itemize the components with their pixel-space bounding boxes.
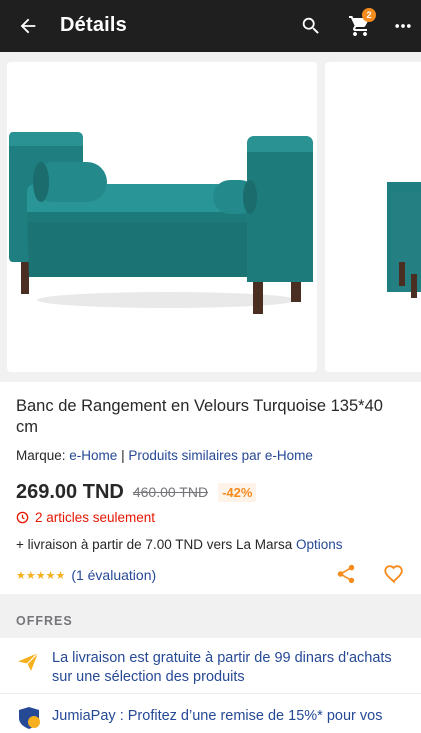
product-info: Banc de Rangement en Velours Turquoise 1… [0, 382, 421, 594]
wishlist-heart-icon[interactable] [382, 562, 406, 586]
search-icon[interactable] [297, 12, 325, 40]
offer-text: La livraison est gratuite à partir de 99… [52, 650, 392, 685]
brand-separator: | [121, 448, 125, 463]
stock-text: 2 articles seulement [35, 510, 156, 525]
jumiapay-icon [16, 706, 42, 730]
offers-heading-bar: OFFRES [0, 594, 421, 638]
similar-products-link[interactable]: Produits similaires par e-Home [128, 448, 313, 463]
rating-stars: ★★★★★ [16, 569, 66, 582]
product-gallery[interactable] [0, 52, 421, 382]
cart-count-badge: 2 [362, 8, 376, 22]
offer-free-delivery[interactable]: La livraison est gratuite à partir de 99… [0, 638, 421, 694]
more-icon[interactable] [390, 12, 416, 40]
rating[interactable]: ★★★★★ (1 évaluation) [16, 567, 156, 583]
paper-plane-icon [16, 650, 40, 674]
app-header: Détails 2 [0, 0, 421, 52]
product-image-main[interactable] [7, 62, 317, 372]
brand-link[interactable]: e-Home [69, 448, 117, 463]
turquoise-storage-bench-front [9, 132, 313, 314]
brand-label: Marque: [16, 448, 66, 463]
clock-icon [16, 511, 29, 524]
back-arrow-icon[interactable] [14, 12, 42, 40]
offer-text: JumiaPay : Profitez d’une remise de 15%*… [52, 708, 383, 724]
discount-badge: -42% [218, 482, 257, 502]
brand-line: Marque: e-Home | Produits similaires par… [16, 448, 313, 463]
product-title: Banc de Rangement en Velours Turquoise 1… [16, 397, 383, 436]
turquoise-storage-bench-side [387, 182, 421, 298]
delivery-info: + livraison à partir de 7.00 TND vers La… [16, 537, 343, 552]
delivery-options-link[interactable]: Options [296, 537, 343, 552]
page-title: Détails [60, 14, 127, 36]
offers-heading: OFFRES [16, 614, 73, 628]
rating-count[interactable]: (1 évaluation) [71, 567, 156, 583]
offer-jumiapay[interactable]: JumiaPay : Profitez d’une remise de 15%*… [0, 694, 421, 733]
price-row: 269.00 TND 460.00 TND -42% [16, 480, 257, 504]
share-icon[interactable] [334, 562, 358, 586]
current-price: 269.00 TND [16, 480, 124, 503]
delivery-text: + livraison à partir de 7.00 TND vers La… [16, 537, 293, 552]
product-image-secondary[interactable] [325, 62, 421, 372]
stock-warning: 2 articles seulement [16, 510, 155, 525]
old-price: 460.00 TND [132, 484, 209, 500]
